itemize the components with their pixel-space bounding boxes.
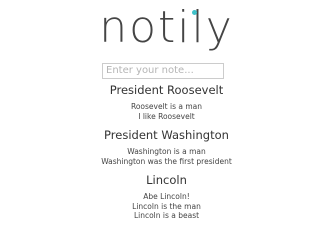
note-input[interactable] [102,62,224,79]
note-line: Washington was the first president [101,156,232,166]
note-input-wrapper [102,58,224,79]
note-line: Lincoln is the man [132,201,201,211]
app-logo: notily [99,2,234,53]
note-item[interactable]: Lincoln Abe Lincoln! Lincoln is the man … [0,173,333,221]
note-title: President Roosevelt [109,83,224,97]
note-line: Lincoln is a beast [133,211,200,220]
logo-accent-dot [192,10,197,15]
notes-list: President Roosevelt Roosevelt is a man I… [0,83,333,228]
note-title: Lincoln [146,173,187,187]
note-line: Abe Lincoln! [143,192,190,201]
app-root: notily President Roosevelt Roosevelt is … [0,0,333,222]
note-line: Washington is a man [127,147,206,156]
note-line: Roosevelt is a man [130,102,203,111]
note-item[interactable]: President Roosevelt Roosevelt is a man I… [0,83,333,121]
note-item[interactable]: President Washington Washington is a man… [0,128,333,166]
note-line: I like Roosevelt [138,111,195,121]
note-title: President Washington [104,128,229,142]
